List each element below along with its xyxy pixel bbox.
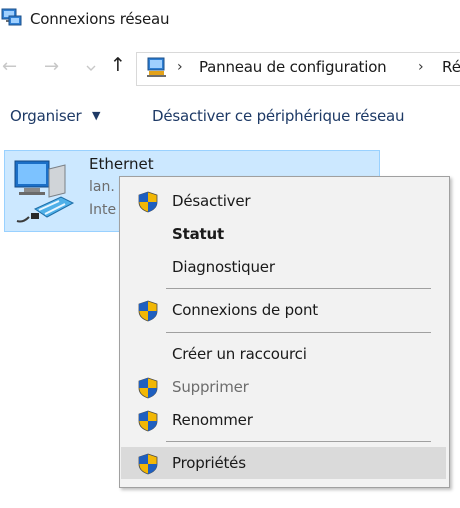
disable-device-button[interactable]: Désactiver ce périphérique réseau <box>152 107 404 125</box>
control-panel-icon <box>145 55 169 83</box>
command-bar: Organiser ▼ Désactiver ce périphérique r… <box>0 99 460 135</box>
menu-item-label: Propriétés <box>172 454 246 472</box>
title-bar: Connexions réseau <box>0 0 460 38</box>
organise-button[interactable]: Organiser <box>10 107 82 125</box>
uac-shield-icon <box>137 191 159 217</box>
menu-item-create-shortcut[interactable]: Créer un raccourci <box>121 338 446 370</box>
uac-shield-icon <box>137 410 159 436</box>
menu-item-delete[interactable]: Supprimer <box>121 371 446 403</box>
adapter-name: Ethernet <box>89 155 154 173</box>
menu-separator <box>166 441 431 442</box>
forward-arrow-icon[interactable]: → <box>44 56 59 77</box>
menu-item-label: Créer un raccourci <box>172 345 307 363</box>
network-connections-icon <box>0 6 24 34</box>
breadcrumb-network[interactable]: Ré <box>442 58 460 76</box>
menu-item-label: Renommer <box>172 411 253 429</box>
menu-item-diagnose[interactable]: Diagnostiquer <box>121 251 446 283</box>
menu-item-label: Désactiver <box>172 192 251 210</box>
ethernet-adapter-icon <box>9 157 81 231</box>
menu-item-bridge-connections[interactable]: Connexions de pont <box>121 294 446 326</box>
uac-shield-icon <box>137 300 159 326</box>
address-bar[interactable]: › Panneau de configuration › Ré <box>136 52 460 86</box>
up-arrow-icon[interactable]: ↑ <box>110 54 126 76</box>
menu-item-disable[interactable]: Désactiver <box>121 185 446 217</box>
menu-item-status[interactable]: Statut <box>121 218 446 250</box>
menu-item-label: Supprimer <box>172 378 249 396</box>
menu-item-properties[interactable]: Propriétés <box>121 447 446 479</box>
back-arrow-icon[interactable]: ← <box>2 56 17 77</box>
window-title: Connexions réseau <box>30 10 170 28</box>
uac-shield-icon <box>137 453 159 479</box>
organise-dropdown-icon[interactable]: ▼ <box>92 109 100 122</box>
menu-separator <box>166 288 431 289</box>
recent-locations-chevron-icon[interactable] <box>86 62 96 75</box>
address-row: ← → ↑ › Panneau de configuration › Ré <box>0 48 460 86</box>
menu-item-label: Connexions de pont <box>172 301 318 319</box>
menu-separator <box>166 332 431 333</box>
menu-item-label: Statut <box>172 225 224 243</box>
menu-item-label: Diagnostiquer <box>172 258 275 276</box>
adapter-network: lan. <box>89 179 115 195</box>
breadcrumb-separator[interactable]: › <box>177 59 183 75</box>
menu-item-rename[interactable]: Renommer <box>121 404 446 436</box>
breadcrumb-control-panel[interactable]: Panneau de configuration <box>199 58 387 76</box>
adapter-device: Inte <box>89 202 117 218</box>
uac-shield-icon <box>137 377 159 403</box>
context-menu: Désactiver Statut Diagnostiquer Connexio… <box>119 176 450 488</box>
breadcrumb-separator[interactable]: › <box>418 59 424 75</box>
